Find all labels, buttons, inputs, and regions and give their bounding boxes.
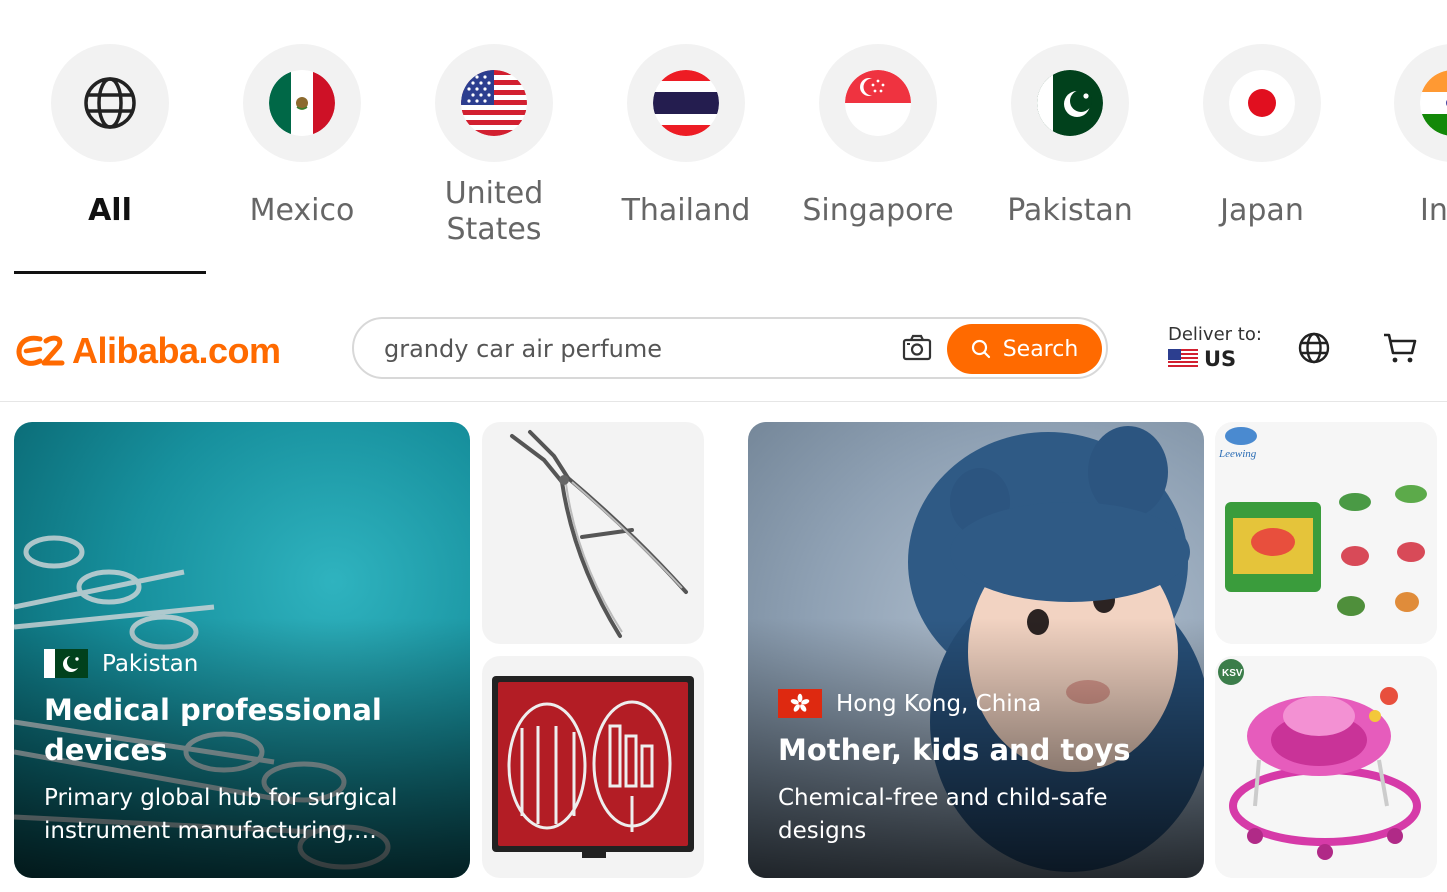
country-tab-label: United States <box>404 176 584 248</box>
search-icon <box>971 339 990 359</box>
country-tab-us-circle <box>435 44 553 162</box>
country-tab-thailand-circle <box>627 44 745 162</box>
card-title: Mother, kids and toys <box>778 733 1131 767</box>
mexico-flag-icon <box>269 70 335 136</box>
country-tab-pakistan-circle <box>1011 44 1129 162</box>
country-tab-label: Thailand <box>621 193 751 228</box>
country-tab-pakistan[interactable]: Pakistan <box>980 44 1160 228</box>
product-card-bone-cutter[interactable] <box>482 422 704 644</box>
country-tabs: All Mexico United States Thailand Singap… <box>0 0 1447 290</box>
country-tab-all[interactable]: All <box>20 44 200 228</box>
card-subtitle: Chemical-free and child-safe designs <box>778 785 1108 844</box>
alibaba-logo[interactable]: Alibaba.com <box>14 330 281 372</box>
card-subtitle: Primary global hub for surgical instrume… <box>44 785 398 844</box>
card-country: Hong Kong, China <box>778 689 1180 718</box>
pakistan-flag-small-icon <box>44 649 88 678</box>
card-country-name: Pakistan <box>102 650 199 677</box>
japan-flag-icon <box>1229 70 1295 136</box>
card-title: Medical professional devices <box>44 693 382 767</box>
card-country: Pakistan <box>44 649 446 678</box>
country-tab-japan[interactable]: Japan <box>1172 44 1352 228</box>
country-tab-mexico[interactable]: Mexico <box>212 44 392 228</box>
search-input[interactable] <box>384 331 884 367</box>
us-flag-icon <box>461 70 527 136</box>
country-tab-label: Mexico <box>249 193 355 228</box>
header-bar: Alibaba.com Search Deliver to: <box>0 296 1447 402</box>
country-tab-singapore[interactable]: Singapore <box>788 44 968 228</box>
india-flag-icon <box>1420 70 1447 136</box>
country-tab-label-line1: United <box>444 176 544 211</box>
alibaba-logo-icon <box>16 335 65 366</box>
search-button-label: Search <box>1002 336 1079 362</box>
search-bar: Search <box>352 317 1108 379</box>
country-tab-india-circle <box>1394 44 1447 162</box>
mother-kids-toys-card[interactable]: Hong Kong, China Mother, kids and toys C… <box>748 422 1204 878</box>
deliver-country: US <box>1168 347 1262 371</box>
baby-card-text: Hong Kong, China Mother, kids and toys C… <box>778 689 1180 848</box>
product-card-surgical-kit[interactable] <box>482 656 704 878</box>
us-flag-small-icon <box>1168 349 1198 369</box>
card-country-name: Hong Kong, China <box>836 690 1042 717</box>
deliver-to-label: Deliver to: <box>1168 324 1262 345</box>
country-tab-india[interactable]: In <box>1364 44 1447 228</box>
country-tab-all-circle <box>51 44 169 162</box>
deliver-country-code: US <box>1204 347 1237 371</box>
country-tab-mexico-circle <box>243 44 361 162</box>
country-tab-label: All <box>88 193 132 228</box>
thailand-flag-icon <box>653 70 719 136</box>
singapore-flag-icon <box>845 70 911 136</box>
medical-devices-card[interactable]: Pakistan Medical professional devices Pr… <box>14 422 470 878</box>
country-tab-label: In <box>1420 193 1447 228</box>
country-tab-label: Pakistan <box>1007 193 1133 228</box>
country-tab-united-states[interactable]: United States <box>404 44 584 248</box>
country-tab-label: Japan <box>1220 193 1304 228</box>
logo-text: Alibaba.com <box>72 330 281 371</box>
pakistan-flag-icon <box>1037 70 1103 136</box>
hong-kong-flag-small-icon <box>778 689 822 718</box>
active-tab-underline <box>14 271 206 274</box>
dinosaur-toys-image: Leewing <box>1215 422 1437 644</box>
globe-icon <box>84 77 136 129</box>
camera-icon[interactable] <box>902 333 932 363</box>
language-globe-icon[interactable] <box>1297 331 1331 365</box>
country-tab-singapore-circle <box>819 44 937 162</box>
product-card-baby-walker[interactable]: KSV <box>1215 656 1437 878</box>
country-tab-label-line2: States <box>446 212 542 247</box>
country-tab-thailand[interactable]: Thailand <box>596 44 776 228</box>
walker-brand-label: KSV <box>1222 668 1243 679</box>
toy-brand-label: Leewing <box>1218 448 1257 460</box>
product-card-dinosaur-toys[interactable]: Leewing <box>1215 422 1437 644</box>
surgical-kit-case-image <box>492 676 694 858</box>
baby-walker-image: KSV <box>1215 656 1437 878</box>
search-button[interactable]: Search <box>947 324 1102 374</box>
medical-card-text: Pakistan Medical professional devices Pr… <box>44 649 446 848</box>
deliver-to-selector[interactable]: Deliver to: US <box>1168 324 1262 371</box>
cart-icon[interactable] <box>1382 331 1418 365</box>
country-tab-label: Singapore <box>802 193 954 228</box>
bone-cutter-pliers-image <box>510 430 688 638</box>
country-tab-japan-circle <box>1203 44 1321 162</box>
